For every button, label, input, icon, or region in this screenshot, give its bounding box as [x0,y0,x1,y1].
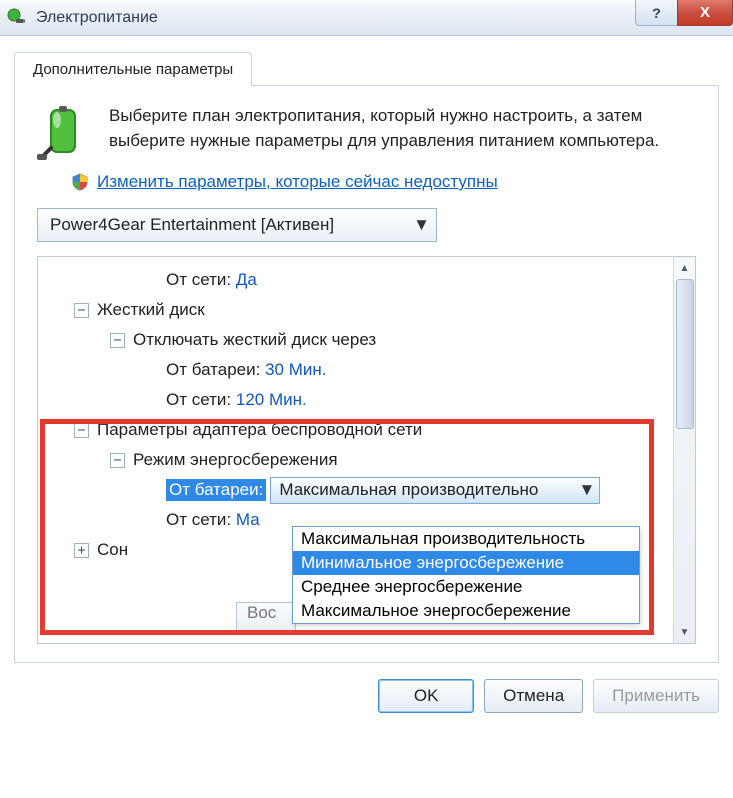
tab-panel: Выберите план электропитания, который ну… [14,85,719,663]
dropdown-option[interactable]: Минимальное энергосбережение [293,551,639,575]
help-button[interactable]: ? [635,0,677,26]
tab-advanced-settings[interactable]: Дополнительные параметры [14,52,252,86]
scrollbar-thumb[interactable] [676,279,694,429]
uac-link[interactable]: Изменить параметры, которые сейчас недос… [97,172,498,192]
apply-button[interactable]: Применить [593,679,719,713]
window-title: Электропитание [36,9,158,27]
tree-row-wireless[interactable]: − Параметры адаптера беспроводной сети [46,415,687,445]
mode-dropdown-list[interactable]: Максимальная производительность Минималь… [292,526,640,624]
close-button[interactable]: X [677,0,733,26]
tree-row[interactable]: От сети: Да [46,265,687,295]
tree-row-battery-mode[interactable]: От батареи: Максимальная производительно… [46,475,687,505]
dropdown-option[interactable]: Среднее энергосбережение [293,575,639,599]
ok-button[interactable]: OK [378,679,474,713]
dialog-buttons: OK Отмена Применить [14,679,719,713]
expand-icon[interactable]: + [74,543,89,558]
tree-row[interactable]: От сети: 120 Мин. [46,385,687,415]
tree-row-hdd[interactable]: − Жесткий диск [46,295,687,325]
collapse-icon[interactable]: − [110,453,125,468]
collapse-icon[interactable]: − [74,303,89,318]
restore-defaults-button[interactable]: Вос [236,602,296,634]
vertical-scrollbar[interactable]: ▲ ▼ [673,257,695,643]
battery-mode-dropdown[interactable]: Максимальная производительно ▼ [270,477,600,504]
tree-row-power-mode[interactable]: − Режим энергосбережения [46,445,687,475]
chevron-down-icon: ▼ [413,215,430,235]
collapse-icon[interactable]: − [110,333,125,348]
dropdown-option[interactable]: Максимальное энергосбережение [293,599,639,623]
tree-row[interactable]: От батареи: 30 Мин. [46,355,687,385]
chevron-down-icon: ▼ [579,480,596,500]
tree-row-hdd-off[interactable]: − Отключать жесткий диск через [46,325,687,355]
battery-icon [37,104,93,164]
settings-tree: От сети: Да − Жесткий диск − Отключать ж… [37,256,696,644]
scroll-up-icon[interactable]: ▲ [674,257,695,279]
power-plan-dropdown[interactable]: Power4Gear Entertainment [Активен] ▼ [37,208,437,242]
uac-shield-icon [71,173,89,191]
titlebar: Электропитание ? X [0,0,733,36]
power-plan-value: Power4Gear Entertainment [Активен] [50,215,334,235]
dropdown-option[interactable]: Максимальная производительность [293,527,639,551]
collapse-icon[interactable]: − [74,423,89,438]
power-plug-icon [6,7,28,29]
scroll-down-icon[interactable]: ▼ [674,621,695,643]
intro-text: Выберите план электропитания, который ну… [109,104,696,164]
cancel-button[interactable]: Отмена [484,679,583,713]
